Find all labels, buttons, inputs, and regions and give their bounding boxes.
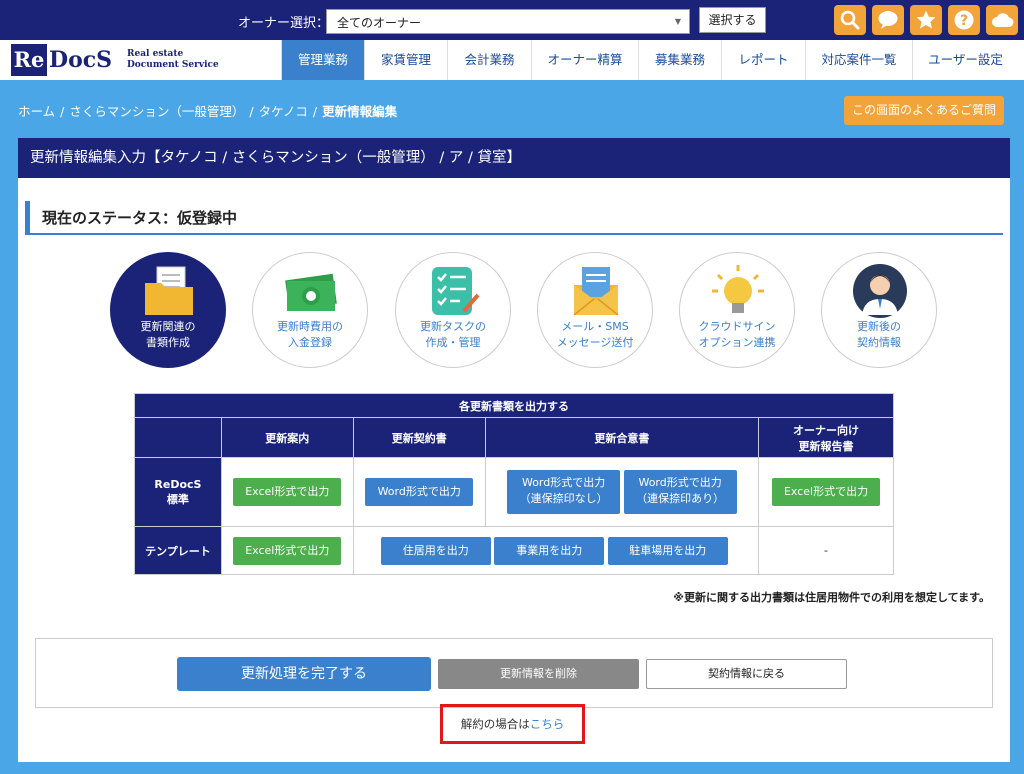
money-icon <box>285 273 337 311</box>
cancellation-link[interactable]: こちら <box>530 717 565 731</box>
help-icon[interactable]: ? <box>948 5 980 35</box>
cancellation-text: 解約の場合は <box>460 717 530 731</box>
breadcrumb: ホーム / さくらマンション（一般管理） / タケノコ / 更新情報編集 <box>18 104 398 119</box>
logo-wordmark: DocS <box>49 47 113 73</box>
star-icon[interactable] <box>910 5 942 35</box>
checklist-icon <box>432 267 480 315</box>
cancellation-link-box: 解約の場合はこちら <box>440 704 585 744</box>
step-mail-sms[interactable]: メール・SMS メッセージ送付 <box>537 252 653 368</box>
agreement-word-no-seal-button[interactable]: Word形式で出力 （連保捺印なし） <box>507 470 621 514</box>
owner-report-excel-button[interactable]: Excel形式で出力 <box>772 478 881 506</box>
residential-output-button[interactable]: 住居用を出力 <box>380 536 491 565</box>
nav-rent[interactable]: 家賃管理 <box>364 40 447 80</box>
complete-renewal-button[interactable]: 更新処理を完了する <box>177 657 431 691</box>
col-contract: 更新契約書 <box>352 417 486 458</box>
col-agreement: 更新合意書 <box>484 417 760 458</box>
step-label: 更新時費用の 入金登録 <box>277 320 343 349</box>
faq-button[interactable]: この画面のよくあるご質問 <box>844 96 1004 125</box>
owner-select[interactable]: 全てのオーナー ▼ <box>326 9 690 34</box>
breadcrumb-current: 更新情報編集 <box>322 104 398 119</box>
logo-mark: Re <box>11 44 47 76</box>
step-label: 更新関連の 書類作成 <box>140 320 196 349</box>
step-label: クラウドサイン オプション連携 <box>698 320 776 349</box>
logo[interactable]: Re DocS Real estate Document Service <box>11 42 279 78</box>
step-label: 更新後の 契約情報 <box>857 320 901 349</box>
row-template: テンプレート <box>134 526 222 575</box>
row-redocs-standard: ReDocS 標準 <box>134 457 222 527</box>
step-contract-info[interactable]: 更新後の 契約情報 <box>821 252 937 368</box>
folder-document-icon <box>145 266 193 315</box>
breadcrumb-home[interactable]: ホーム <box>18 104 55 119</box>
breadcrumb-property[interactable]: さくらマンション（一般管理） <box>69 104 244 119</box>
template-guide-excel-button[interactable]: Excel形式で出力 <box>233 536 342 565</box>
agreement-word-seal-button[interactable]: Word形式で出力 （連保捺印あり） <box>623 470 737 514</box>
table-corner <box>134 417 222 458</box>
table-title: 各更新書類を出力する <box>134 393 894 418</box>
nav-cases[interactable]: 対応案件一覧 <box>805 40 912 80</box>
nav-accounting[interactable]: 会計業務 <box>447 40 531 80</box>
guide-excel-button[interactable]: Excel形式で出力 <box>233 478 342 506</box>
owner-select-label: オーナー選択： <box>238 16 330 31</box>
nav-owner-settlement[interactable]: オーナー精算 <box>531 40 638 80</box>
status-heading: 現在のステータス：仮登録中 <box>25 201 1003 235</box>
search-icon[interactable] <box>834 5 866 35</box>
col-owner-report: オーナー向け 更新報告書 <box>758 417 894 458</box>
contract-word-button[interactable]: Word形式で出力 <box>365 478 474 506</box>
mail-icon <box>573 267 619 316</box>
step-document-creation[interactable]: 更新関連の 書類作成 <box>110 252 226 368</box>
step-task-management[interactable]: 更新タスクの 作成・管理 <box>395 252 511 368</box>
owner-template-empty: - <box>758 526 894 575</box>
step-payment-registration[interactable]: 更新時費用の 入金登録 <box>252 252 368 368</box>
step-label: メール・SMS メッセージ送付 <box>556 320 634 349</box>
page-title: 更新情報編集入力【タケノコ / さくらマンション（一般管理） / ア / 貸室】 <box>18 138 1010 178</box>
nav-report[interactable]: レポート <box>721 40 805 80</box>
nav-user-settings[interactable]: ユーザー設定 <box>912 40 1018 80</box>
owner-select-value: 全てのオーナー <box>337 16 422 30</box>
nav-recruitment[interactable]: 募集業務 <box>638 40 721 80</box>
breadcrumb-tenant[interactable]: タケノコ <box>259 104 308 119</box>
nav-management[interactable]: 管理業務 <box>281 40 364 80</box>
lightbulb-icon <box>712 265 764 313</box>
business-output-button[interactable]: 事業用を出力 <box>494 536 605 565</box>
svg-text:?: ? <box>960 13 968 29</box>
col-guide: 更新案内 <box>220 417 354 458</box>
cloud-icon[interactable] <box>986 5 1018 35</box>
owner-select-button[interactable]: 選択する <box>699 7 766 33</box>
document-output-table: 各更新書類を出力する 更新案内 更新契約書 更新合意書 オーナー向け 更新報告書 … <box>134 393 894 575</box>
step-label: 更新タスクの 作成・管理 <box>420 320 486 349</box>
parking-output-button[interactable]: 駐車場用を出力 <box>607 536 728 565</box>
logo-tagline: Real estate Document Service <box>127 49 219 70</box>
back-to-contract-button[interactable]: 契約情報に戻る <box>646 659 847 689</box>
step-cloudsign[interactable]: クラウドサイン オプション連携 <box>679 252 795 368</box>
delete-renewal-button[interactable]: 更新情報を削除 <box>438 659 639 689</box>
chevron-down-icon: ▼ <box>674 17 681 26</box>
output-note: ※更新に関する出力書類は住居用物件での利用を想定してます。 <box>673 591 990 604</box>
chat-icon[interactable] <box>872 5 904 35</box>
person-icon <box>853 264 907 318</box>
